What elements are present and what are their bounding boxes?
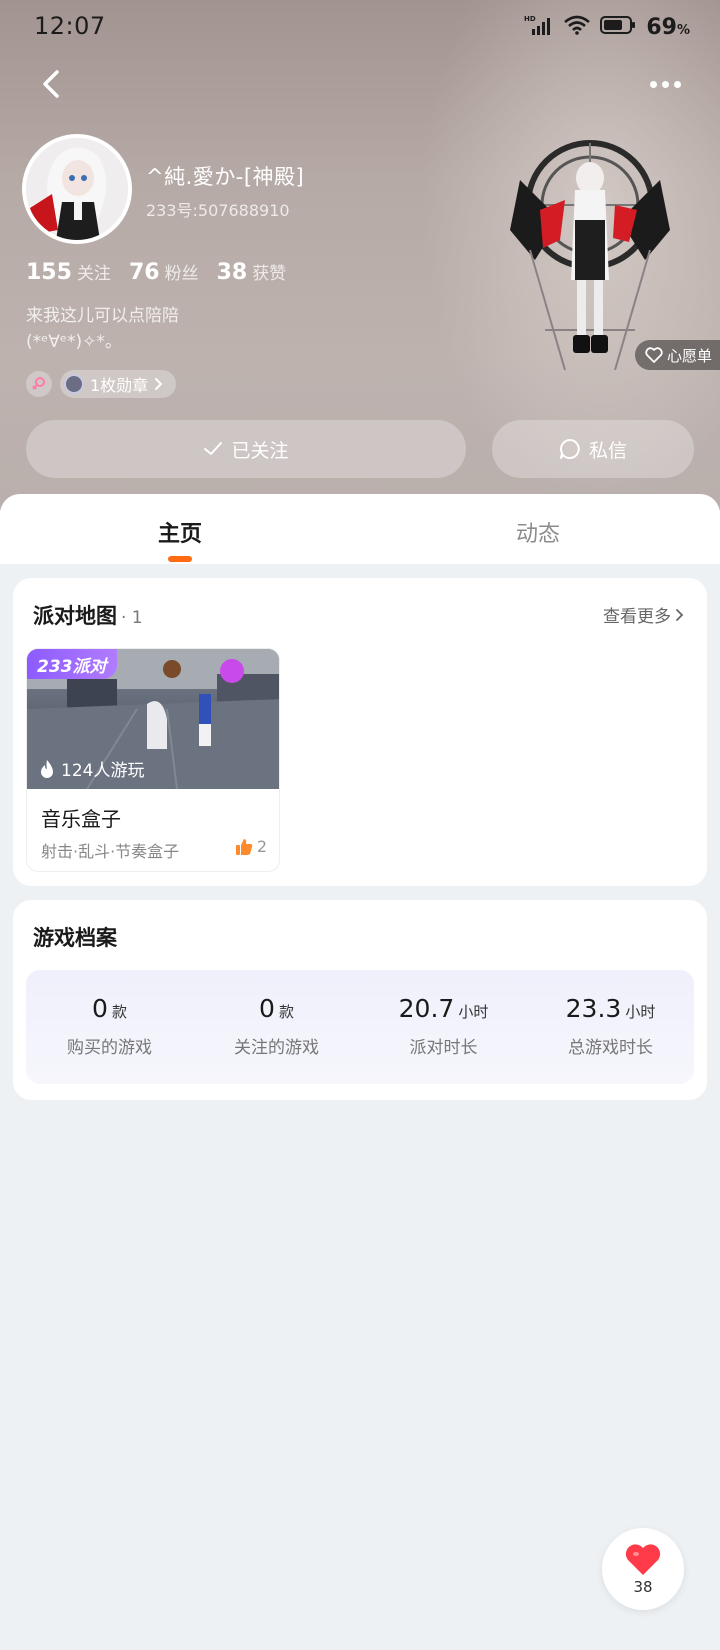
status-icons: HD 69% — [524, 14, 690, 40]
follow-button[interactable]: 已关注 — [26, 420, 466, 478]
tab-home[interactable]: 主页 — [158, 516, 202, 548]
party-map-title-text: 派对地图 — [33, 604, 117, 628]
archive-stat-total-time[interactable]: 23.3 小时 总游戏时长 — [527, 994, 694, 1058]
see-more-label: 查看更多 — [603, 607, 671, 627]
archive-value: 0 — [259, 994, 275, 1023]
message-label: 私信 — [588, 439, 627, 462]
archive-stat-party-time[interactable]: 20.7 小时 派对时长 — [360, 994, 527, 1058]
map-thumbnail: 233派对 124人游玩 — [27, 649, 279, 789]
more-dot-icon — [650, 80, 657, 88]
player-count-label: 124人游玩 — [61, 761, 145, 781]
party-map-item[interactable]: 233派对 124人游玩 音乐盒子 射击·乱斗·节奏盒子 2 — [26, 648, 280, 872]
stat-label: 粉丝 — [164, 264, 199, 284]
tab-feed[interactable]: 动态 — [516, 516, 560, 548]
wifi-icon — [564, 15, 591, 39]
battery-value: 69 — [646, 14, 677, 40]
tab-indicator — [168, 556, 192, 562]
archive-value: 20.7 — [398, 994, 455, 1023]
archive-stat-purchased[interactable]: 0款 购买的游戏 — [26, 994, 193, 1058]
status-bar: 12:07 HD 69% — [0, 0, 720, 56]
map-name: 音乐盒子 — [41, 807, 121, 831]
party-map-card: 派对地图 · 1 查看更多 233派对 124人游玩 音乐盒子 射击·乱斗·节奏… — [13, 578, 707, 886]
stat-label: 获赞 — [252, 264, 287, 284]
status-time: 12:07 — [34, 12, 106, 40]
see-more-button[interactable]: 查看更多 — [603, 602, 685, 627]
game-archive-title: 游戏档案 — [33, 926, 117, 950]
avatar-image — [26, 138, 128, 240]
profile-stats: 155 关注 76 粉丝 38 获赞 — [26, 259, 286, 285]
medals-badge[interactable]: 1枚勋章 — [60, 370, 177, 398]
stat-value: 38 — [216, 260, 248, 285]
bio-line: 来我这儿可以点陪陪 — [26, 306, 179, 326]
medals-label: 1枚勋章 — [90, 376, 149, 395]
stat-followers[interactable]: 76 粉丝 — [129, 259, 199, 285]
more-dot-icon — [674, 80, 681, 88]
signal-icon: HD — [524, 14, 554, 40]
archive-unit: 小时 — [458, 1003, 489, 1021]
chevron-left-icon — [43, 70, 59, 98]
archive-unit: 款 — [111, 1003, 127, 1021]
map-tags: 射击·乱斗·节奏盒子 — [41, 842, 180, 861]
party-map-count: · 1 — [121, 608, 143, 628]
avatar[interactable] — [22, 134, 132, 244]
profile-header: 12:07 HD 69% ^純.愛か-[神殿] 233号:507688910 1… — [0, 0, 720, 510]
like-count: 38 — [633, 1577, 653, 1596]
archive-unit: 小时 — [625, 1003, 656, 1021]
battery-unit: % — [676, 22, 690, 38]
back-button[interactable] — [34, 66, 70, 102]
chevron-right-icon — [155, 378, 163, 390]
check-icon — [204, 442, 223, 455]
game-archive-stats: 0款 购买的游戏 0款 关注的游戏 20.7 小时 派对时长 23.3 小时 总游戏… — [26, 970, 694, 1084]
message-button[interactable]: 私信 — [492, 420, 694, 478]
player-count: 124人游玩 — [39, 756, 144, 781]
avatar-character-image[interactable] — [505, 130, 675, 371]
flame-icon — [41, 759, 53, 778]
chat-bubble-icon — [559, 439, 580, 459]
game-archive-card: 游戏档案 0款 购买的游戏 0款 关注的游戏 20.7 小时 派对时长 23.3 小… — [13, 900, 707, 1100]
archive-label: 总游戏时长 — [568, 1038, 653, 1058]
heart-icon — [625, 1543, 661, 1575]
stat-following[interactable]: 155 关注 — [26, 259, 111, 285]
more-dot-icon — [662, 80, 669, 88]
thumbs-up-icon — [235, 838, 253, 855]
gender-badge[interactable] — [26, 371, 52, 397]
archive-value: 23.3 — [565, 994, 622, 1023]
more-button[interactable] — [650, 70, 690, 98]
party-233-badge: 233派对 — [27, 649, 117, 679]
svg-text:HD: HD — [524, 15, 536, 23]
battery-icon — [600, 16, 636, 38]
medal-icon — [64, 374, 84, 394]
nickname: ^純.愛か-[神殿] — [146, 165, 305, 189]
heart-outline-icon — [645, 347, 663, 363]
wishlist-label: 心愿单 — [666, 346, 712, 365]
wishlist-button[interactable]: 心愿单 — [634, 340, 720, 370]
archive-value: 0 — [92, 994, 108, 1023]
bio: 来我这儿可以点陪陪 (*ᵉ∀ᵉ*)✧*。 — [26, 303, 179, 355]
archive-label: 派对时长 — [409, 1038, 478, 1058]
archive-stat-followed[interactable]: 0款 关注的游戏 — [193, 994, 360, 1058]
female-icon — [32, 377, 45, 390]
stat-value: 76 — [128, 260, 160, 285]
stat-label: 关注 — [76, 264, 111, 284]
chevron-right-icon — [676, 608, 684, 621]
archive-label: 购买的游戏 — [67, 1038, 152, 1058]
character-illustration — [510, 140, 670, 371]
archive-unit: 款 — [278, 1003, 294, 1021]
archive-label: 关注的游戏 — [234, 1038, 319, 1058]
tab-bar: 主页 动态 — [0, 494, 720, 564]
stat-value: 155 — [26, 260, 72, 285]
map-likes-count: 2 — [256, 837, 267, 856]
party-map-title: 派对地图 · 1 — [33, 600, 143, 630]
stat-likes[interactable]: 38 获赞 — [217, 259, 287, 285]
user-id[interactable]: 233号:507688910 — [146, 197, 290, 221]
like-button[interactable]: 38 — [602, 1528, 684, 1610]
badges-row: 1枚勋章 — [26, 370, 177, 398]
follow-label: 已关注 — [231, 439, 289, 462]
map-likes: 2 — [235, 837, 267, 856]
bio-line: (*ᵉ∀ᵉ*)✧*。 — [26, 332, 122, 352]
battery-percent: 69% — [646, 15, 690, 40]
